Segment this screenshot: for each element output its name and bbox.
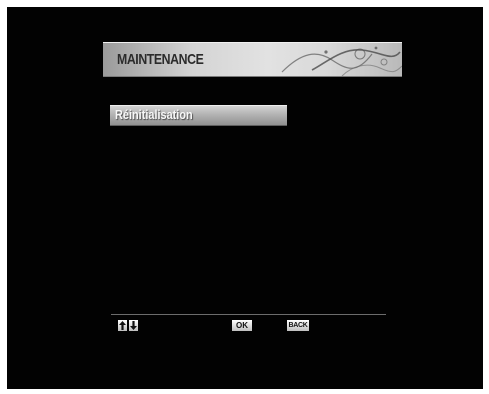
menu-item-reinitialisation[interactable]: Réinitialisation (110, 105, 287, 126)
menu-item-label: Réinitialisation (115, 107, 193, 122)
title-bar: MAINTENANCE (103, 42, 402, 77)
down-arrow-icon (129, 320, 138, 331)
page-title: MAINTENANCE (117, 51, 204, 68)
footer-divider (111, 314, 386, 315)
up-arrow-icon (118, 320, 127, 331)
ok-key-icon: OK (232, 320, 252, 331)
back-key-icon: BACK (287, 320, 309, 331)
tv-screen: MAINTENANCE Réinitialisation OK BACK (7, 7, 483, 389)
swirl-ornament-icon (281, 46, 402, 77)
up-down-arrows-icon (118, 320, 139, 331)
